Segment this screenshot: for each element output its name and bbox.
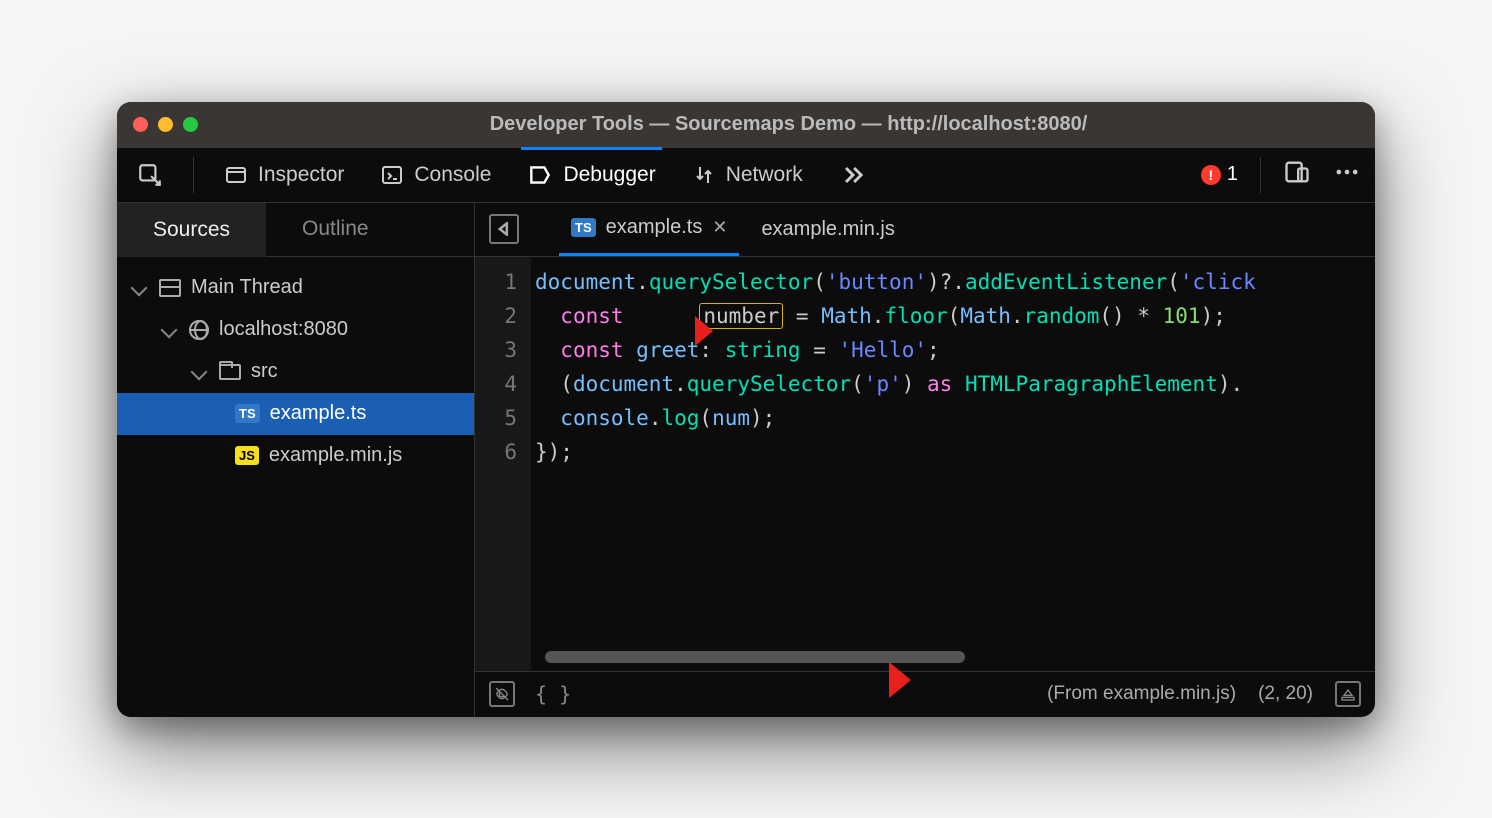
tab-label: Console — [414, 163, 491, 187]
tree-file-example-min-js[interactable]: JS example.min.js — [117, 435, 474, 477]
globe-icon — [189, 320, 209, 340]
tab-label: Network — [726, 163, 803, 187]
tab-inspector[interactable]: Inspector — [218, 148, 350, 202]
map-scopes-button[interactable] — [1335, 681, 1361, 707]
tree-label: example.ts — [270, 402, 367, 425]
chevrons-right-icon — [839, 161, 867, 189]
editor-statusbar: { } (From example.min.js) (2, 20) — [475, 671, 1375, 717]
close-window-button[interactable] — [133, 117, 148, 132]
responsive-mode-button[interactable] — [1283, 158, 1311, 191]
divider — [1260, 157, 1261, 193]
line-number: 4 — [475, 367, 517, 401]
tabs-overflow-button[interactable] — [833, 148, 873, 202]
inspector-icon — [224, 163, 248, 187]
code-editor[interactable]: 1 2 3 4 5 6 document.querySelector('butt… — [475, 257, 1375, 671]
tab-console[interactable]: Console — [374, 148, 497, 202]
pretty-print-button[interactable]: { } — [535, 682, 571, 706]
chevron-down-icon — [131, 279, 148, 296]
more-icon — [1333, 158, 1361, 186]
console-icon — [380, 163, 404, 187]
error-count-badge[interactable]: ! 1 — [1201, 163, 1238, 186]
horizontal-scrollbar[interactable] — [545, 651, 965, 663]
tab-label: Debugger — [563, 163, 655, 187]
ts-badge-icon: TS — [571, 218, 596, 237]
tree-label: localhost:8080 — [219, 318, 348, 341]
tree-label: example.min.js — [269, 444, 402, 467]
tree-host[interactable]: localhost:8080 — [117, 309, 474, 351]
tab-label: Inspector — [258, 163, 344, 187]
tab-label: Outline — [302, 217, 369, 241]
error-count: 1 — [1227, 163, 1238, 186]
blackbox-button[interactable] — [489, 681, 515, 707]
triangle-left-icon — [497, 222, 511, 236]
code-content: document.querySelector('button')?.addEve… — [531, 257, 1375, 671]
debugger-icon — [527, 162, 553, 188]
sidebar-tab-sources[interactable]: Sources — [117, 203, 266, 257]
divider — [193, 157, 194, 193]
tab-label: example.min.js — [761, 218, 894, 241]
editor-tab-example-min-js[interactable]: example.min.js — [749, 203, 906, 256]
chevron-down-icon — [191, 363, 208, 380]
tab-label: example.ts — [606, 216, 703, 239]
line-number: 6 — [475, 435, 517, 469]
kebab-menu-button[interactable] — [1333, 158, 1361, 191]
ts-badge-icon: TS — [235, 404, 260, 423]
cursor-position: (2, 20) — [1258, 683, 1313, 705]
tree-file-example-ts[interactable]: TS example.ts — [117, 393, 474, 435]
close-tab-button[interactable]: ✕ — [712, 217, 727, 238]
sidebar-tab-outline[interactable]: Outline — [266, 203, 405, 257]
line-gutter: 1 2 3 4 5 6 — [475, 257, 531, 671]
editor-panel: TS example.ts ✕ example.min.js 1 2 3 4 5… — [475, 203, 1375, 717]
element-picker-button[interactable] — [131, 148, 169, 202]
editor-tab-example-ts[interactable]: TS example.ts ✕ — [559, 203, 739, 256]
line-number: 3 — [475, 333, 517, 367]
devtools-window: Developer Tools — Sourcemaps Demo — http… — [117, 102, 1375, 717]
zoom-window-button[interactable] — [183, 117, 198, 132]
error-icon: ! — [1201, 165, 1221, 185]
sources-tree: Main Thread localhost:8080 src TS exampl… — [117, 257, 474, 487]
tree-label: src — [251, 360, 278, 383]
devtools-toolbar: Inspector Console Debugger Network ! 1 — [117, 148, 1375, 203]
tree-folder-src[interactable]: src — [117, 351, 474, 393]
line-number: 1 — [475, 265, 517, 299]
tab-label: Sources — [153, 218, 230, 242]
tree-label: Main Thread — [191, 276, 303, 299]
line-number: 2 — [475, 299, 517, 333]
picker-icon — [137, 162, 163, 188]
sourcemap-origin: (From example.min.js) — [1047, 683, 1236, 705]
sources-sidebar: Sources Outline Main Thread localhost:80… — [117, 203, 475, 717]
devices-icon — [1283, 158, 1311, 186]
folder-icon — [219, 364, 241, 380]
tree-main-thread[interactable]: Main Thread — [117, 267, 474, 309]
sidebar-tabbar: Sources Outline — [117, 203, 474, 257]
js-badge-icon: JS — [235, 446, 259, 465]
titlebar: Developer Tools — Sourcemaps Demo — http… — [117, 102, 1375, 148]
network-icon — [692, 163, 716, 187]
triangle-up-icon — [1340, 686, 1356, 702]
tab-network[interactable]: Network — [686, 148, 809, 202]
chevron-down-icon — [161, 321, 178, 338]
window-title: Developer Tools — Sourcemaps Demo — http… — [218, 113, 1359, 136]
window-icon — [159, 279, 181, 297]
line-number: 5 — [475, 401, 517, 435]
eye-off-icon — [494, 686, 510, 702]
tab-debugger[interactable]: Debugger — [521, 148, 661, 202]
minimize-window-button[interactable] — [158, 117, 173, 132]
main-area: Sources Outline Main Thread localhost:80… — [117, 203, 1375, 717]
toggle-sidebar-button[interactable] — [489, 214, 519, 244]
editor-tabbar: TS example.ts ✕ example.min.js — [475, 203, 1375, 257]
traffic-lights — [133, 117, 198, 132]
